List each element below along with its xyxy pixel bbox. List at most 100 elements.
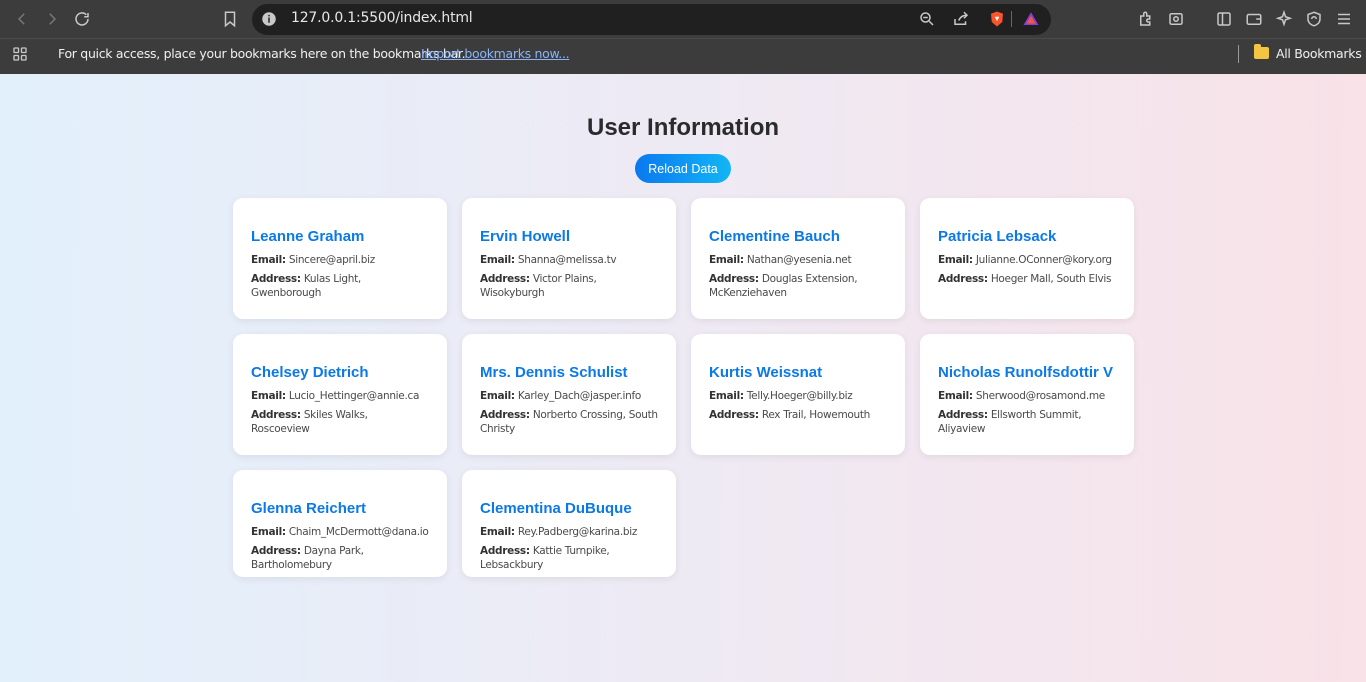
user-email: Email: Rey.Padberg@karina.biz (480, 525, 658, 539)
user-email-label: Email: (938, 390, 973, 402)
user-email-label: Email: (251, 254, 286, 266)
extensions-icon[interactable] (1134, 7, 1158, 31)
user-email-label: Email: (251, 390, 286, 402)
user-address-label: Address: (938, 273, 988, 285)
user-email: Email: Karley_Dach@jasper.info (480, 389, 658, 403)
import-bookmarks-link[interactable]: Import bookmarks now... (421, 46, 570, 61)
user-address-label: Address: (480, 545, 530, 557)
user-name: Chelsey Dietrich (251, 364, 369, 381)
back-icon[interactable] (10, 7, 34, 31)
browser-toolbar: 127.0.0.1:5500/index.html (0, 0, 1366, 38)
bookmarks-divider (1238, 45, 1239, 63)
user-card: Clementina DuBuque Email: Rey.Padberg@kar… (462, 470, 676, 577)
user-address-value: Hoeger Mall, South Elvis (990, 273, 1112, 285)
user-email-value: Sherwood@rosamond.me (975, 390, 1105, 402)
user-card: Clementine Bauch Email: Nathan@yesenia.ne… (691, 198, 905, 319)
user-email-label: Email: (480, 254, 515, 266)
user-email-value: Nathan@yesenia.net (746, 254, 852, 266)
all-bookmarks-button[interactable]: All Bookmarks (1276, 46, 1362, 61)
user-name: Nicholas Runolfsdottir V (938, 364, 1114, 381)
user-address: Address: Hoeger Mall, South Elvis (938, 272, 1116, 286)
user-address-label: Address: (251, 273, 301, 285)
user-email-value: Julianne.OConner@kory.org (975, 254, 1112, 266)
user-name: Patricia Lebsack (938, 228, 1057, 245)
user-card: Glenna Reichert Email: Chaim_McDermott@da… (233, 470, 447, 577)
reload-data-button[interactable]: Reload Data (635, 154, 731, 183)
user-address-label: Address: (251, 545, 301, 557)
menu-icon[interactable] (1332, 7, 1356, 31)
user-email: Email: Nathan@yesenia.net (709, 253, 887, 267)
user-card-grid: Leanne Graham Email: Sincere@april.biz Add… (233, 198, 1134, 577)
user-email-label: Email: (938, 254, 973, 266)
user-address: Address: Ellsworth Summit, Aliyaview (938, 408, 1116, 436)
user-email-value: Karley_Dach@jasper.info (517, 390, 642, 402)
user-address-label: Address: (480, 409, 530, 421)
forward-icon[interactable] (40, 7, 64, 31)
user-card: Ervin Howell Email: Shanna@melissa.tv Addr… (462, 198, 676, 319)
user-name: Leanne Graham (251, 228, 365, 245)
user-email: Email: Telly.Hoeger@billy.biz (709, 389, 887, 403)
leo-ai-icon[interactable] (1272, 7, 1296, 31)
vpn-icon[interactable] (1302, 7, 1326, 31)
page-title: User Information (586, 114, 780, 141)
user-address: Address: Kulas Light, Gwenborough (251, 272, 429, 300)
user-email-value: Rey.Padberg@karina.biz (517, 526, 638, 538)
user-email-label: Email: (480, 526, 515, 538)
zoom-icon[interactable] (915, 7, 939, 31)
user-card: Chelsey Dietrich Email: Lucio_Hettinger@a… (233, 334, 447, 455)
user-email: Email: Julianne.OConner@kory.org (938, 253, 1116, 267)
user-address: Address: Douglas Extension, McKenziehave… (709, 272, 887, 300)
user-card: Kurtis Weissnat Email: Telly.Hoeger@billy… (691, 334, 905, 455)
user-email-value: Telly.Hoeger@billy.biz (746, 390, 853, 402)
reload-icon[interactable] (70, 7, 94, 31)
user-address: Address: Victor Plains, Wisokyburgh (480, 272, 658, 300)
address-divider (1011, 11, 1012, 27)
user-card: Nicholas Runolfsdottir V Email: Sherwood@… (920, 334, 1134, 455)
user-name: Clementina DuBuque (480, 500, 632, 517)
screenshot-icon[interactable] (1164, 7, 1188, 31)
wallet-icon[interactable] (1242, 7, 1266, 31)
user-name: Glenna Reichert (251, 500, 367, 517)
user-address-label: Address: (938, 409, 988, 421)
page-content: User Information Reload Data Leanne Grah… (0, 74, 1366, 682)
user-email-label: Email: (251, 526, 286, 538)
sidebar-icon[interactable] (1212, 7, 1236, 31)
user-email: Email: Chaim_McDermott@dana.io (251, 525, 429, 539)
url-text[interactable]: 127.0.0.1:5500/index.html (291, 10, 473, 26)
user-address: Address: Kattie Turnpike, Lebsackbury (480, 544, 658, 572)
user-name: Mrs. Dennis Schulist (480, 364, 628, 381)
user-address: Address: Rex Trail, Howemouth (709, 408, 887, 422)
user-email: Email: Sherwood@rosamond.me (938, 389, 1116, 403)
brave-shield-icon[interactable] (985, 7, 1009, 31)
apps-grid-icon[interactable] (8, 42, 32, 66)
user-card: Mrs. Dennis Schulist Email: Karley_Dach@j… (462, 334, 676, 455)
folder-icon (1254, 44, 1269, 59)
user-email: Email: Lucio_Hettinger@annie.ca (251, 389, 429, 403)
brave-rewards-icon[interactable] (1019, 7, 1043, 31)
user-email-value: Sincere@april.biz (288, 254, 375, 266)
user-card: Patricia Lebsack Email: Julianne.OConner@… (920, 198, 1134, 319)
user-email-label: Email: (480, 390, 515, 402)
bookmarks-message: For quick access, place your bookmarks h… (58, 46, 466, 61)
user-address-label: Address: (709, 273, 759, 285)
user-name: Kurtis Weissnat (709, 364, 823, 381)
user-email-value: Lucio_Hettinger@annie.ca (288, 390, 420, 402)
user-email-label: Email: (709, 390, 744, 402)
user-address: Address: Norberto Crossing, South Christ… (480, 408, 658, 436)
share-icon[interactable] (949, 7, 973, 31)
user-email-value: Shanna@melissa.tv (517, 254, 617, 266)
user-email: Email: Sincere@april.biz (251, 253, 429, 267)
user-address-value: Rex Trail, Howemouth (761, 409, 871, 421)
user-address-label: Address: (251, 409, 301, 421)
site-info-icon[interactable] (257, 7, 281, 31)
user-address: Address: Skiles Walks, Roscoeview (251, 408, 429, 436)
user-name: Clementine Bauch (709, 228, 840, 245)
user-email: Email: Shanna@melissa.tv (480, 253, 658, 267)
user-email-label: Email: (709, 254, 744, 266)
user-card: Leanne Graham Email: Sincere@april.biz Add… (233, 198, 447, 319)
bookmark-icon[interactable] (218, 7, 242, 31)
user-address-label: Address: (480, 273, 530, 285)
user-email-value: Chaim_McDermott@dana.io (288, 526, 429, 538)
user-name: Ervin Howell (480, 228, 571, 245)
user-address-label: Address: (709, 409, 759, 421)
